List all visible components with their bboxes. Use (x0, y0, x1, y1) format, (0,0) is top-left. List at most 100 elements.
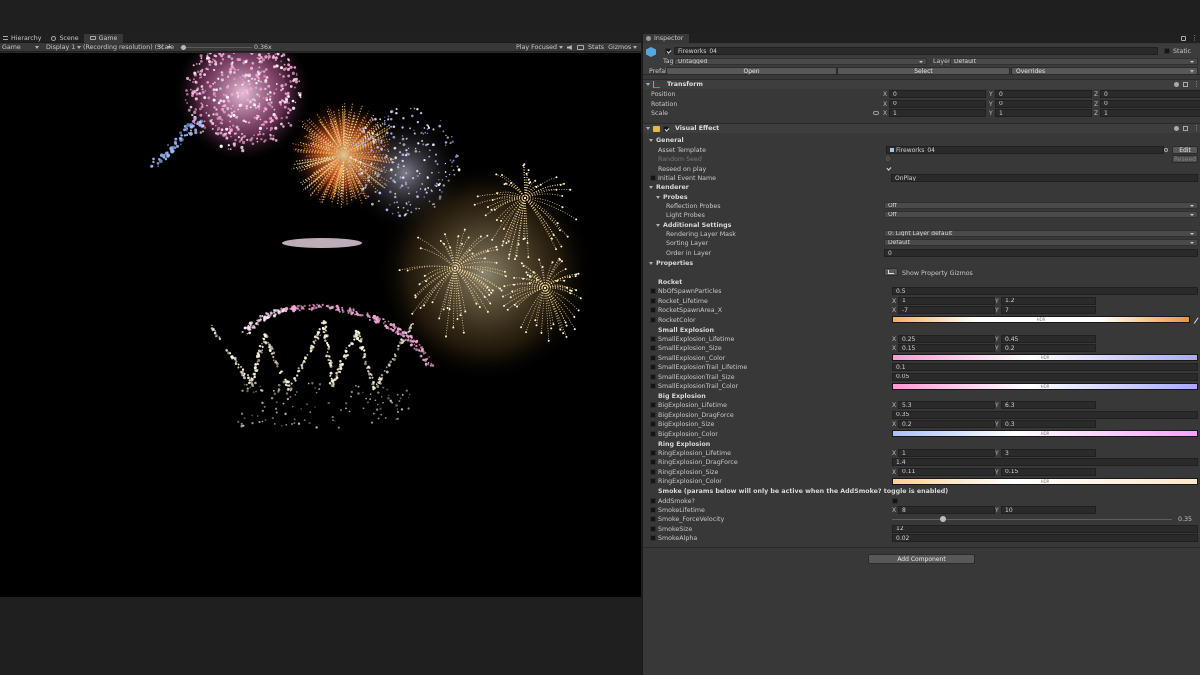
property-x-field[interactable]: 5.3 (898, 401, 995, 410)
sorting-layer-dropdown[interactable]: Default (884, 239, 1198, 246)
vfx-header[interactable]: Visual Effect ⋮ (643, 123, 1200, 133)
tab-game[interactable]: Game (83, 33, 124, 43)
property-value-field[interactable]: 12 (892, 524, 1198, 533)
property-y-field[interactable]: 6.3 (1001, 401, 1096, 410)
property-y-field[interactable]: 0.45 (1001, 335, 1096, 343)
active-checkbox[interactable] (665, 48, 671, 54)
transform-z-field[interactable]: 0 (1100, 99, 1200, 108)
foldout[interactable]: Probes (656, 194, 688, 201)
property-override-checkbox[interactable] (650, 507, 656, 513)
property-override-checkbox[interactable] (650, 516, 656, 523)
scale-slider-handle[interactable] (181, 44, 187, 50)
reseed-on-play-checkbox[interactable] (886, 166, 892, 172)
lock-icon[interactable] (1181, 36, 1186, 41)
transform-y-field[interactable]: 1 (995, 109, 1092, 118)
property-x-field[interactable]: 0.11 (898, 467, 995, 476)
scale-slider[interactable] (180, 44, 252, 51)
property-override-checkbox[interactable] (650, 525, 656, 532)
prefab-select-button[interactable]: Select (837, 67, 1010, 75)
preset-icon[interactable] (1183, 82, 1188, 87)
property-override-checkbox[interactable] (650, 307, 656, 314)
smoke-force-velocity-slider[interactable] (892, 515, 1172, 523)
help-icon[interactable] (1174, 82, 1179, 87)
transform-x-field[interactable]: 1 (889, 109, 986, 118)
property-value-field[interactable]: 1.4 (892, 458, 1198, 467)
property-value-field[interactable]: 0.02 (892, 534, 1198, 543)
prefab-overrides-dropdown[interactable]: Overrides (1011, 67, 1198, 75)
property-override-checkbox[interactable] (650, 459, 656, 466)
component-menu-icon[interactable]: ⋮ (1193, 124, 1200, 132)
property-x-field[interactable]: 0.25 (898, 335, 995, 343)
order-in-layer-field[interactable]: 0 (884, 249, 1198, 257)
foldout[interactable]: Additional Settings (656, 222, 731, 229)
property-value-field[interactable]: 0.35 (892, 410, 1198, 419)
eyedropper-icon[interactable] (1190, 314, 1199, 324)
property-x-field[interactable]: 0.15 (898, 344, 995, 353)
property-override-checkbox[interactable] (650, 478, 656, 485)
property-override-checkbox[interactable] (650, 430, 656, 437)
property-override-checkbox[interactable] (650, 297, 656, 304)
property-y-field[interactable]: 7 (1001, 306, 1096, 315)
object-picker-icon[interactable] (1164, 148, 1168, 152)
property-x-field[interactable]: 1 (898, 296, 995, 305)
property-y-field[interactable]: 0.2 (1001, 344, 1096, 353)
layer-dropdown[interactable]: Default (950, 58, 1198, 65)
property-y-field[interactable]: 3 (1001, 449, 1096, 457)
shortcuts-keyboard-icon[interactable] (577, 45, 584, 50)
transform-x-field[interactable]: 0 (889, 99, 986, 108)
property-y-field[interactable]: 0.15 (1001, 467, 1096, 476)
property-override-checkbox[interactable] (650, 450, 656, 456)
initial-event-override-checkbox[interactable] (650, 175, 656, 181)
property-override-checkbox[interactable] (650, 497, 656, 504)
tag-dropdown[interactable]: Untagged (674, 58, 927, 65)
property-y-field[interactable]: 10 (1001, 506, 1096, 514)
game-mode-dropdown[interactable]: Game (0, 44, 42, 51)
property-override-checkbox[interactable] (650, 345, 656, 352)
hdr-color-field[interactable]: HDR (892, 354, 1198, 362)
property-override-checkbox[interactable] (650, 354, 656, 361)
property-x-field[interactable]: 0.2 (898, 420, 995, 429)
property-gizmos-toggle[interactable] (884, 268, 898, 276)
preset-icon[interactable] (1183, 126, 1188, 131)
tab-hierarchy[interactable]: Hierarchy (0, 34, 46, 43)
game-viewport[interactable] (0, 53, 641, 597)
property-override-checkbox[interactable] (650, 535, 656, 542)
hdr-color-field[interactable]: HDR (892, 382, 1198, 390)
asset-template-field[interactable]: Fireworks_04 (886, 146, 1164, 154)
property-value-field[interactable]: 0.1 (892, 363, 1198, 372)
transform-y-field[interactable]: 0 (995, 90, 1092, 98)
rendering-layer-mask-dropdown[interactable]: 0: Light Layer default (884, 230, 1198, 237)
resolution-dropdown[interactable]: (Recording resolution) (3( (80, 44, 171, 51)
hdr-color-field[interactable]: HDR (892, 477, 1198, 485)
gizmos-dropdown[interactable]: Gizmos (608, 44, 638, 51)
reseed-button[interactable]: Reseed (1172, 155, 1198, 163)
foldout[interactable]: General (649, 137, 684, 144)
display-dropdown[interactable]: Display 1 (42, 44, 82, 51)
stats-button[interactable]: Stats (588, 44, 604, 51)
property-y-field[interactable]: 0.3 (1001, 420, 1096, 429)
transform-z-field[interactable]: 1 (1100, 109, 1200, 118)
property-x-field[interactable]: 8 (898, 506, 995, 514)
slider-handle[interactable] (940, 516, 946, 523)
help-icon[interactable] (1174, 126, 1179, 131)
property-override-checkbox[interactable] (650, 468, 656, 475)
property-x-field[interactable]: -7 (898, 306, 995, 315)
transform-x-field[interactable]: 0 (889, 90, 986, 98)
light-probes-dropdown[interactable]: Off (884, 211, 1198, 218)
mute-audio-icon[interactable] (567, 45, 572, 50)
foldout[interactable]: Properties (649, 260, 693, 267)
transform-header[interactable]: Transform ⋮ (643, 79, 1200, 89)
constrain-proportions-icon[interactable] (873, 111, 879, 116)
play-focused-dropdown[interactable]: Play Focused (516, 44, 563, 51)
property-override-checkbox[interactable] (650, 288, 656, 295)
prefab-open-button[interactable]: Open (666, 67, 837, 75)
kebab-menu-icon[interactable]: ⋮ (1191, 34, 1198, 42)
add-smoke-checkbox[interactable] (892, 497, 898, 504)
property-override-checkbox[interactable] (650, 364, 656, 371)
reflection-probes-dropdown[interactable]: Off (884, 202, 1198, 209)
property-value-field[interactable]: 0.05 (892, 372, 1198, 381)
transform-y-field[interactable]: 0 (995, 99, 1092, 108)
property-override-checkbox[interactable] (650, 421, 656, 428)
foldout[interactable]: Renderer (649, 184, 689, 191)
property-x-field[interactable]: 1 (898, 449, 995, 457)
